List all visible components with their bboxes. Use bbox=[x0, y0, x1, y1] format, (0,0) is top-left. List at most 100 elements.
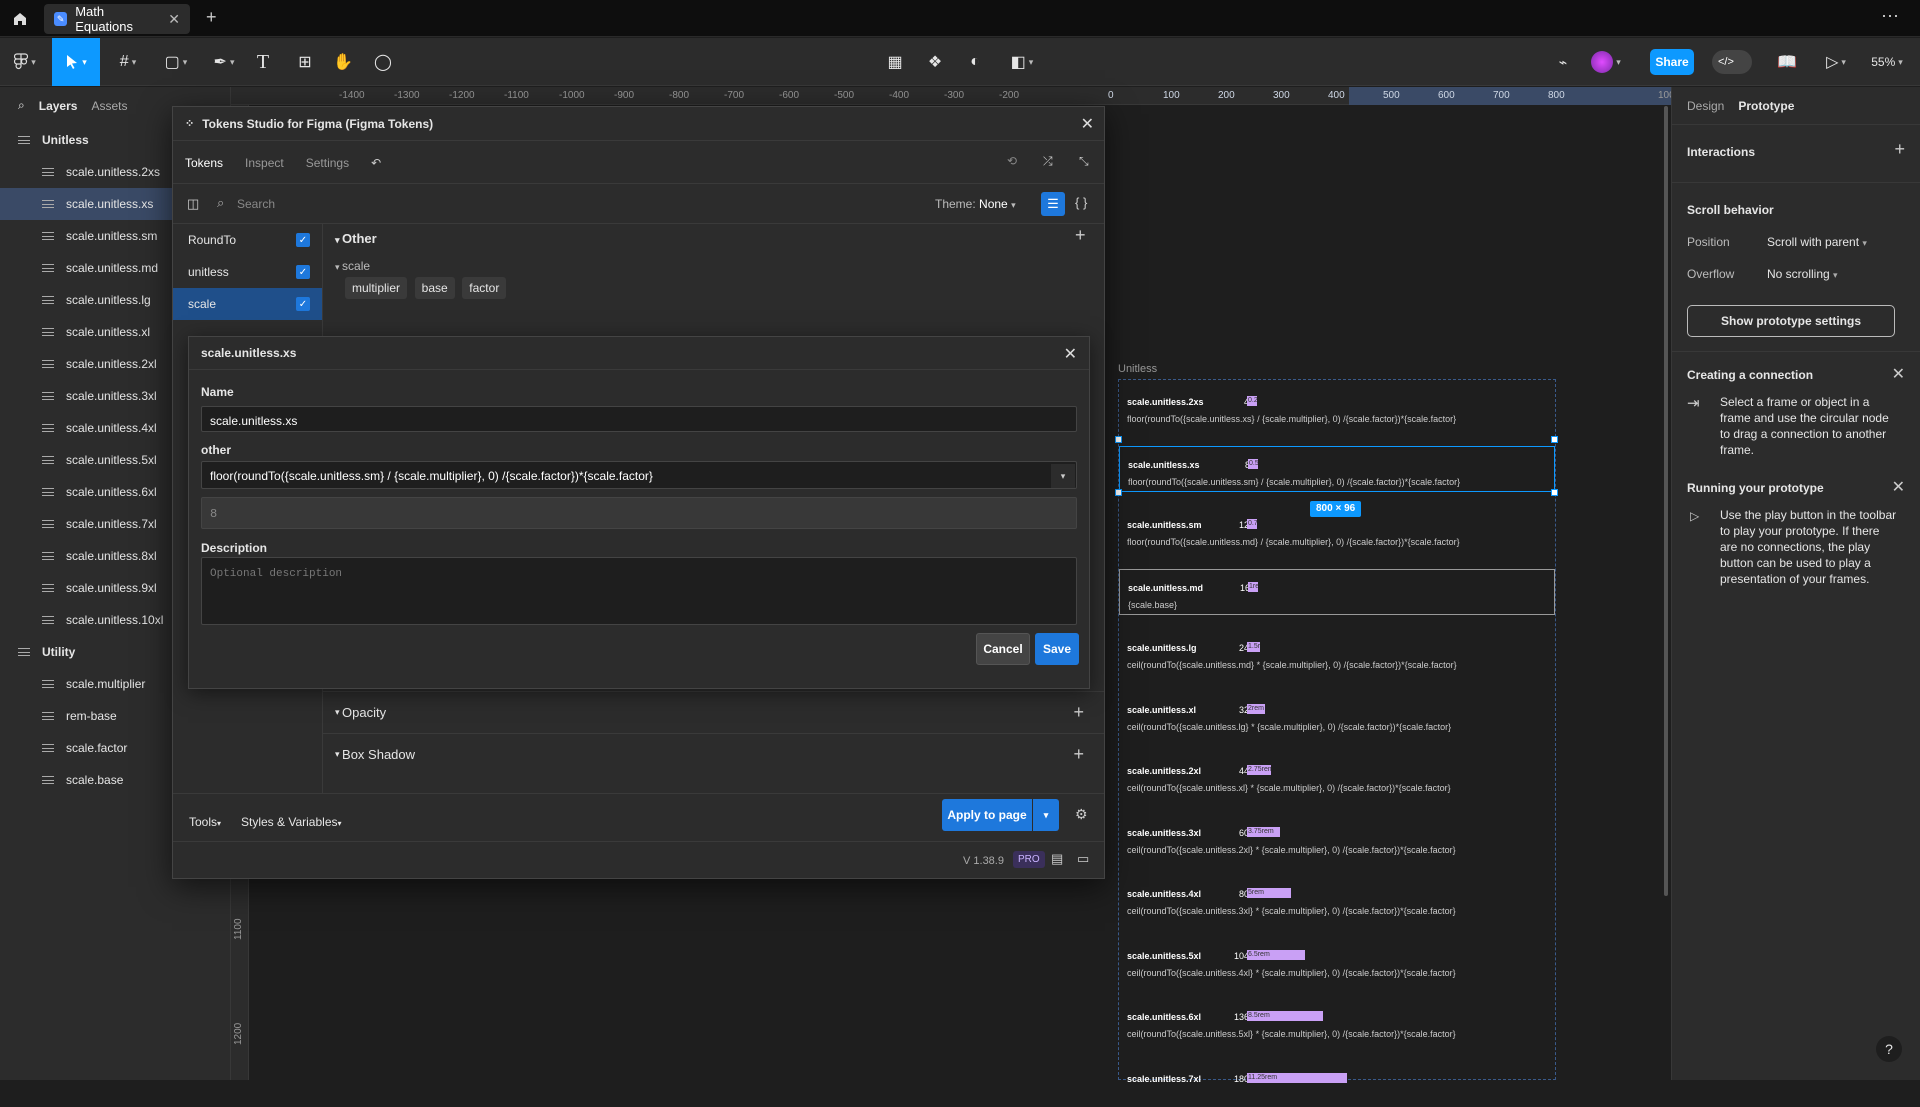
other-group-header[interactable]: ▾ Other bbox=[335, 231, 377, 246]
styles-variables-menu[interactable]: Styles & Variables▾ bbox=[241, 815, 342, 829]
comment-tool[interactable]: ◯ bbox=[370, 38, 396, 86]
tab-settings[interactable]: Settings bbox=[306, 156, 349, 170]
token-preview-row[interactable]: scale.unitless.xs 80.5rem floor(roundTo({s… bbox=[1119, 445, 1555, 492]
dev-mode-toggle[interactable]: </> bbox=[1710, 38, 1754, 86]
resources-tool[interactable]: ⊞ bbox=[292, 38, 318, 86]
apply-options-button[interactable]: ▾ bbox=[1033, 799, 1059, 831]
new-tab-button[interactable]: + bbox=[206, 7, 217, 28]
opacity-section[interactable]: ▾ Opacity + bbox=[323, 691, 1104, 733]
resize-handle-br[interactable] bbox=[1551, 489, 1558, 496]
tab-assets[interactable]: Assets bbox=[91, 99, 127, 113]
token-preview-row[interactable]: scale.unitless.2xs 40.25rem floor(roundTo(… bbox=[1119, 384, 1555, 430]
main-menu-button[interactable]: ▾ bbox=[8, 38, 42, 86]
more-icon[interactable]: ⋯ bbox=[1881, 6, 1900, 27]
ruler-tick-label: -200 bbox=[999, 90, 1020, 101]
cancel-button[interactable]: Cancel bbox=[976, 633, 1030, 665]
apply-to-page-button[interactable]: Apply to page bbox=[942, 799, 1032, 831]
canvas-scrollbar[interactable] bbox=[1664, 106, 1668, 896]
share-button[interactable]: Share bbox=[1650, 49, 1694, 75]
resize-handle-bl[interactable] bbox=[1115, 489, 1122, 496]
save-button[interactable]: Save bbox=[1035, 633, 1079, 665]
settings-gear-icon[interactable]: ⚙ bbox=[1075, 806, 1088, 823]
user-avatar[interactable]: ▾ bbox=[1586, 38, 1626, 86]
component-button[interactable]: ❖ bbox=[922, 38, 948, 86]
add-interaction-icon[interactable]: + bbox=[1894, 139, 1905, 160]
feedback-icon[interactable]: ▭ bbox=[1077, 851, 1089, 867]
hand-tool[interactable]: ✋ bbox=[330, 38, 356, 86]
token-set-checkbox[interactable]: ✓ bbox=[296, 233, 310, 247]
frame-label[interactable]: Unitless bbox=[1118, 363, 1157, 375]
tab-prototype[interactable]: Prototype bbox=[1738, 99, 1794, 113]
tab-layers[interactable]: Layers bbox=[39, 99, 78, 113]
token-set-checkbox[interactable]: ✓ bbox=[296, 265, 310, 279]
tools-menu[interactable]: Tools▾ bbox=[189, 815, 221, 829]
home-icon[interactable] bbox=[0, 0, 40, 37]
tab-inspect[interactable]: Inspect bbox=[245, 156, 284, 170]
shuffle-icon[interactable]: ⤮ bbox=[1043, 154, 1053, 169]
token-chip-base[interactable]: base bbox=[414, 277, 455, 299]
value-options-chevron-icon[interactable]: ▾ bbox=[1051, 464, 1075, 488]
scale-group-header[interactable]: ▾ scale bbox=[335, 259, 370, 273]
box-shadow-section[interactable]: ▾ Box Shadow + bbox=[323, 733, 1104, 775]
token-set-checkbox[interactable]: ✓ bbox=[296, 297, 310, 311]
shape-tool[interactable]: ▢ ▾ bbox=[158, 38, 194, 86]
add-box-shadow-icon[interactable]: + bbox=[1073, 744, 1084, 765]
overflow-select[interactable]: No scrolling ▾ bbox=[1767, 267, 1838, 281]
add-opacity-icon[interactable]: + bbox=[1073, 702, 1084, 723]
grid-button[interactable]: ▦ bbox=[882, 38, 908, 86]
token-preview-row[interactable]: scale.unitless.xl 32 2rem ceil(roundTo({sca… bbox=[1119, 692, 1555, 738]
list-view-icon[interactable]: ☰ bbox=[1041, 192, 1065, 216]
multiplayer-button[interactable]: ⌁ bbox=[1550, 38, 1576, 86]
close-icon[interactable]: ✕ bbox=[1892, 364, 1905, 384]
token-preview-row[interactable]: scale.unitless.6xl 136 8.5rem ceil(roundTo(… bbox=[1119, 999, 1555, 1045]
close-tab-icon[interactable]: ✕ bbox=[168, 11, 180, 28]
token-value-input[interactable]: floor(roundTo({scale.unitless.sm} / {sca… bbox=[201, 461, 1077, 489]
close-dialog-icon[interactable]: ✕ bbox=[1064, 344, 1077, 364]
tab-tokens[interactable]: Tokens bbox=[185, 156, 223, 170]
token-set-row[interactable]: unitless ✓ bbox=[173, 256, 322, 288]
token-preview-row[interactable]: scale.unitless.3xl 60 3.75rem ceil(roundTo(… bbox=[1119, 815, 1555, 861]
docs-icon[interactable]: ▤ bbox=[1051, 851, 1063, 867]
token-preview-row[interactable]: scale.unitless.lg 241.5rem ceil(roundTo({s… bbox=[1119, 630, 1555, 676]
position-select[interactable]: Scroll with parent ▾ bbox=[1767, 235, 1867, 249]
description-textarea[interactable]: Optional description bbox=[201, 557, 1077, 625]
library-button[interactable]: 📖 bbox=[1774, 38, 1800, 86]
present-button[interactable]: ▷ ▾ bbox=[1818, 38, 1854, 86]
mask-button[interactable]: ◐ bbox=[962, 38, 988, 86]
token-value: 136 bbox=[1233, 1012, 1249, 1022]
token-preview-row[interactable]: scale.unitless.md 161rem {scale.base} bbox=[1119, 568, 1555, 615]
token-set-row[interactable]: RoundTo ✓ bbox=[173, 224, 322, 256]
frame-tool[interactable]: # ▾ bbox=[110, 38, 146, 86]
undo-icon[interactable]: ↶ bbox=[371, 156, 381, 170]
token-name-input[interactable]: scale.unitless.xs bbox=[201, 406, 1077, 432]
move-tool[interactable]: ▾ bbox=[52, 38, 100, 86]
token-set-row[interactable]: scale ✓ bbox=[173, 288, 322, 320]
pen-tool[interactable]: ✒ ▾ bbox=[206, 38, 242, 86]
add-token-icon[interactable]: + bbox=[1075, 225, 1086, 246]
token-preview-row[interactable]: scale.unitless.4xl 80 5rem ceil(roundTo({sc… bbox=[1119, 876, 1555, 922]
token-chip-factor[interactable]: factor bbox=[462, 277, 507, 299]
sidebar-toggle-icon[interactable]: ◫ bbox=[187, 196, 199, 212]
file-tab[interactable]: ✎ Math Equations ✕ bbox=[44, 4, 190, 34]
close-plugin-icon[interactable]: ✕ bbox=[1081, 114, 1094, 134]
sync-icon[interactable]: ⟲ bbox=[1007, 154, 1017, 168]
theme-selector[interactable]: Theme: None ▾ bbox=[935, 197, 1016, 211]
json-view-icon[interactable]: { } bbox=[1075, 195, 1087, 210]
zoom-menu[interactable]: 55% ▾ bbox=[1862, 38, 1912, 86]
close-icon[interactable]: ✕ bbox=[1892, 477, 1905, 497]
help-button[interactable]: ? bbox=[1876, 1036, 1902, 1062]
minimize-icon[interactable]: ⤡ bbox=[1079, 154, 1089, 169]
search-input[interactable]: Search bbox=[237, 197, 275, 211]
unitless-frame[interactable]: scale.unitless.2xs 40.25rem floor(roundTo(… bbox=[1118, 379, 1556, 1084]
boolean-button[interactable]: ◧ ▾ bbox=[1004, 38, 1040, 86]
show-prototype-settings-button[interactable]: Show prototype settings bbox=[1687, 305, 1895, 337]
text-tool[interactable]: T bbox=[250, 38, 276, 86]
resize-handle-tl[interactable] bbox=[1115, 436, 1122, 443]
token-chip-multiplier[interactable]: multiplier bbox=[345, 277, 408, 299]
resize-handle-tr[interactable] bbox=[1551, 436, 1558, 443]
token-preview-row[interactable]: scale.unitless.5xl 104 6.5rem ceil(roundTo(… bbox=[1119, 938, 1555, 984]
tab-design[interactable]: Design bbox=[1687, 99, 1724, 113]
token-preview-row[interactable]: scale.unitless.2xl 44 2.75rem ceil(roundTo(… bbox=[1119, 753, 1555, 799]
search-icon[interactable]: ⌕ bbox=[18, 98, 25, 113]
token-preview-row[interactable]: scale.unitless.7xl 180 11.25rem bbox=[1119, 1061, 1555, 1107]
